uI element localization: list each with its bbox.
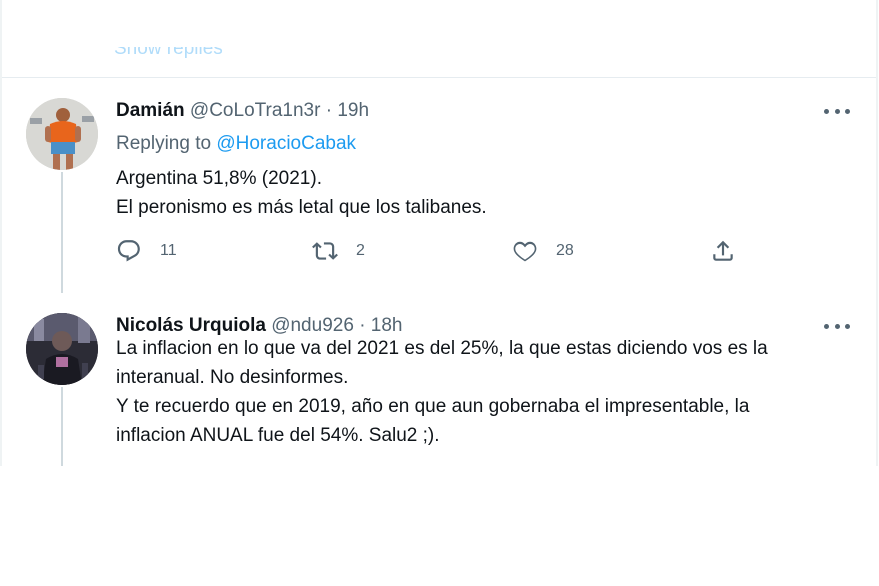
reply-icon <box>117 240 140 262</box>
tweet-text-line: Y te recuerdo que en 2019, año en que au… <box>116 396 750 417</box>
tweet-text-line: Argentina 51,8% (2021). <box>116 168 322 189</box>
mention-link[interactable]: @HoracioCabak <box>216 133 356 154</box>
reply-button[interactable]: 11 <box>116 236 177 266</box>
show-replies-link[interactable]: Show replies <box>114 47 223 60</box>
tweet-text: La inflacion en lo que va del 2021 es de… <box>116 334 856 450</box>
tweet-damian[interactable]: Damián @CoLoTra1n3r · 19h Replying to @H… <box>2 78 876 293</box>
retweet-icon <box>312 242 338 260</box>
tweet-text-line: inflacion ANUAL fue del 54%. Salu2 ;). <box>116 425 440 446</box>
more-icon[interactable] <box>824 102 850 120</box>
retweet-button[interactable]: 2 <box>312 236 365 266</box>
avatar-image <box>26 98 98 170</box>
timestamp[interactable]: · 19h <box>326 100 369 121</box>
timestamp[interactable]: · 18h <box>359 315 402 336</box>
tweet-nicolas[interactable]: Nicolás Urquiola @ndu926 · 18h La inflac… <box>2 293 876 466</box>
display-name[interactable]: Damián <box>116 100 185 121</box>
share-button[interactable] <box>710 236 736 266</box>
tweet-text-line: interanual. No desinformes. <box>116 367 349 388</box>
tweet-text-line: El peronismo es más letal que los taliba… <box>116 197 487 218</box>
replying-to: Replying to @HoracioCabak <box>116 133 356 155</box>
tweet-text-line: La inflacion en lo que va del 2021 es de… <box>116 338 768 359</box>
display-name[interactable]: Nicolás Urquiola <box>116 315 266 336</box>
share-icon <box>713 240 733 261</box>
tweet-thread: Show replies Damián @CoLoTra1n3r · 19h R… <box>2 0 876 466</box>
user-handle[interactable]: @CoLoTra1n3r <box>190 100 321 121</box>
tweet-actions: 11 2 28 <box>116 236 756 266</box>
thread-line <box>61 387 63 466</box>
like-button[interactable]: 28 <box>512 236 574 266</box>
retweet-count: 2 <box>356 242 365 259</box>
tweet-text: Argentina 51,8% (2021). El peronismo es … <box>116 164 856 222</box>
like-count: 28 <box>556 242 574 259</box>
avatar-image <box>26 313 98 385</box>
right-border <box>876 0 878 466</box>
replying-prefix: Replying to <box>116 133 212 154</box>
tweet-header: Damián @CoLoTra1n3r · 19h <box>116 100 369 122</box>
reply-count: 11 <box>160 242 177 259</box>
thread-line <box>61 172 63 293</box>
avatar[interactable] <box>26 313 98 385</box>
avatar[interactable] <box>26 98 98 170</box>
like-icon <box>513 241 537 262</box>
user-handle[interactable]: @ndu926 <box>271 315 354 336</box>
more-icon[interactable] <box>824 317 850 335</box>
